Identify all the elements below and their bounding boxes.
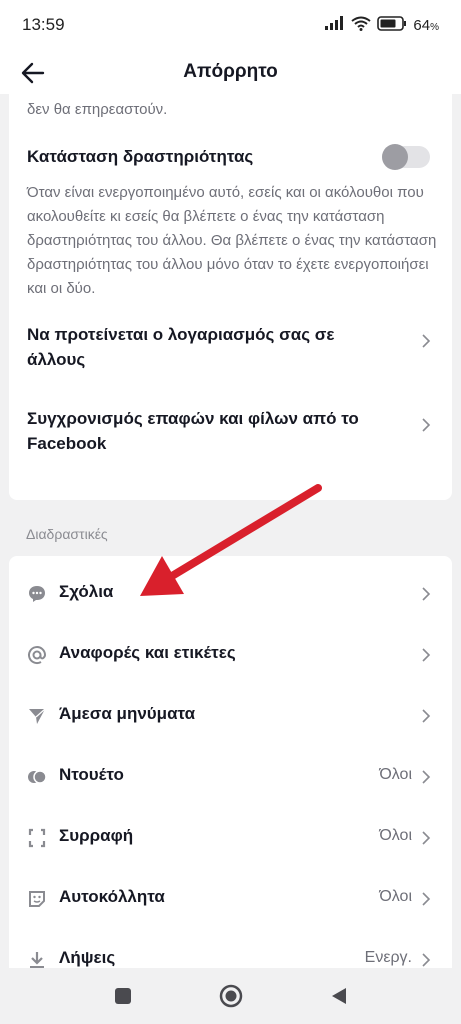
status-bar: 13:59 64% — [0, 0, 461, 50]
back-nav-button[interactable] — [327, 984, 351, 1008]
list-item-mentions[interactable]: Αναφορές και ετικέτες — [9, 625, 452, 685]
wifi-icon — [351, 16, 372, 35]
downloads-value: Ενεργ. — [364, 949, 412, 966]
section-label-interactions: Διαδραστικές — [26, 526, 108, 542]
activity-status-toggle[interactable] — [382, 144, 430, 170]
sync-contacts-title: Συγχρονισμός επαφών και φίλων από το Fac… — [27, 409, 359, 453]
chevron-right-icon — [422, 770, 431, 784]
system-nav-bar — [0, 968, 461, 1024]
suggest-account-title: Να προτείνεται ο λογαριασμός σας σε άλλο… — [27, 325, 335, 369]
comment-icon — [29, 586, 45, 602]
list-item-comments[interactable]: Σχόλια — [9, 564, 452, 624]
chevron-right-icon — [422, 831, 431, 845]
stickers-label: Αυτοκόλλητα — [59, 887, 165, 906]
mentions-label: Αναφορές και ετικέτες — [59, 643, 236, 662]
list-item-duet[interactable]: Ντουέτο Όλοι — [9, 747, 452, 807]
list-item-stitch[interactable]: Συρραφή Όλοι — [9, 808, 452, 868]
stitch-label: Συρραφή — [59, 826, 134, 845]
at-icon — [28, 646, 47, 665]
duet-value: Όλοι — [379, 766, 412, 783]
square-icon — [114, 988, 131, 1004]
chevron-right-icon — [422, 892, 431, 906]
privacy-card: παρακολουθούν τα βίντεό σας. Οι ακόλουθο… — [9, 94, 452, 500]
back-arrow-icon — [21, 62, 45, 84]
page-title: Απόρρητο — [183, 61, 278, 82]
activity-status-title: Κατάσταση δραστηριότητας — [27, 147, 254, 166]
recent-apps-button[interactable] — [111, 984, 135, 1008]
direct-messages-label: Άμεσα μηνύματα — [59, 704, 196, 723]
app-header: Απόρρητο — [0, 50, 461, 94]
home-button[interactable] — [219, 984, 243, 1008]
list-item-stickers[interactable]: Αυτοκόλλητα Όλοι — [9, 869, 452, 929]
chevron-right-icon — [422, 953, 431, 967]
list-item-downloads[interactable]: Λήψεις Ενεργ. — [9, 930, 452, 968]
list-item-direct-messages[interactable]: Άμεσα μηνύματα — [9, 686, 452, 746]
send-icon — [29, 708, 46, 724]
back-button[interactable] — [18, 58, 48, 88]
status-icons: 64% — [325, 15, 439, 35]
suggest-account-row[interactable]: Να προτείνεται ο λογαριασμός σας σε άλλο… — [9, 312, 452, 382]
comments-label: Σχόλια — [59, 582, 114, 601]
chevron-right-icon — [422, 587, 431, 601]
chevron-right-icon — [422, 709, 431, 723]
status-time: 13:59 — [22, 15, 65, 34]
chevron-right-icon — [422, 418, 431, 432]
activity-status-description: Όταν είναι ενεργοποιημένο αυτό, εσείς κα… — [27, 184, 437, 297]
sticker-icon — [29, 891, 45, 907]
home-circle-icon — [219, 984, 242, 1008]
settings-scroll[interactable]: παρακολουθούν τα βίντεό σας. Οι ακόλουθο… — [0, 94, 461, 968]
stickers-value: Όλοι — [379, 888, 412, 905]
signal-icon — [325, 16, 345, 34]
interactions-card: Σχόλια Αναφορές και ετικέτες Άμεσα μηνύμ… — [9, 556, 452, 968]
sync-contacts-row[interactable]: Συγχρονισμός επαφών και φίλων από το Fac… — [9, 396, 452, 466]
duet-label: Ντουέτο — [59, 765, 124, 784]
chevron-right-icon — [422, 648, 431, 662]
back-triangle-icon — [331, 988, 346, 1004]
followers-note-text: παρακολουθούν τα βίντεό σας. Οι ακόλουθο… — [27, 101, 168, 118]
battery-icon — [377, 15, 407, 35]
downloads-label: Λήψεις — [59, 948, 116, 967]
battery-level: 64% — [413, 16, 439, 34]
chevron-right-icon — [422, 334, 431, 348]
stitch-icon — [28, 828, 46, 848]
download-icon — [30, 952, 44, 968]
toggle-knob — [382, 144, 408, 170]
stitch-value: Όλοι — [379, 827, 412, 844]
duet-icon — [28, 770, 47, 784]
